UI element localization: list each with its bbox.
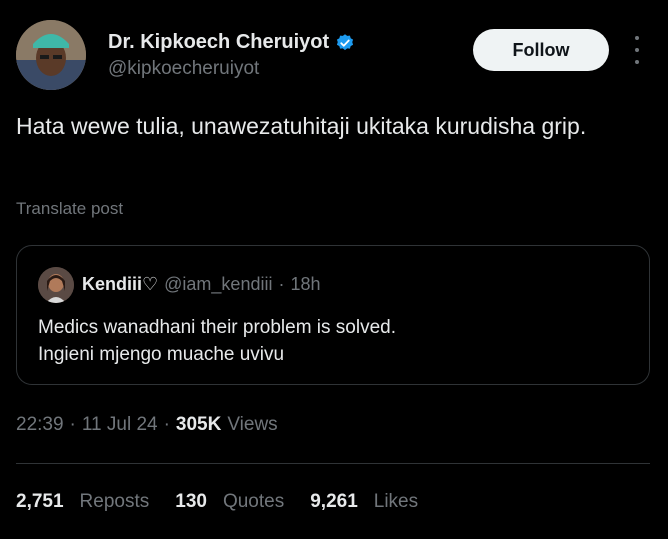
quote-timestamp[interactable]: 18h [290, 274, 320, 295]
follow-button[interactable]: Follow [473, 29, 609, 71]
author-name[interactable]: Dr. Kipkoech Cheruiyot [108, 31, 355, 54]
more-dot [635, 36, 639, 40]
meta-separator: · [69, 414, 76, 435]
post-text: Hata wewe tulia, unawezatuhitaji ukitaka… [16, 113, 587, 139]
quotes-count: 130 [175, 491, 207, 512]
quotes-stat[interactable]: 130 Quotes [175, 491, 284, 513]
quote-author-handle[interactable]: @iam_kendiii [164, 274, 272, 295]
likes-count: 9,261 [310, 491, 358, 512]
quote-text-line: Medics wanadhani their problem is solved… [38, 317, 397, 338]
likes-label: Likes [373, 491, 419, 512]
likes-stat[interactable]: 9,261 Likes [310, 491, 418, 513]
divider [16, 463, 650, 464]
translate-post-link[interactable]: Translate post [16, 199, 123, 219]
quote-text: Medics wanadhani their problem is solved… [38, 314, 396, 368]
quote-text-line: Ingieni mjengo muache uvivu [38, 344, 285, 365]
post-time[interactable]: 22:39 [16, 414, 64, 436]
reposts-stat[interactable]: 2,751 Reposts [16, 491, 149, 513]
quote-author-avatar [38, 267, 74, 303]
verified-badge-icon [335, 33, 355, 53]
more-options-icon[interactable] [627, 36, 647, 64]
views-count: 305K [175, 414, 222, 435]
views-label: Views [227, 414, 278, 435]
author-name-text[interactable]: Dr. Kipkoech Cheruiyot [108, 31, 329, 54]
reposts-label: Reposts [79, 491, 150, 512]
quote-author-name[interactable]: Kendiii♡ [82, 274, 158, 295]
quote-separator: · [278, 274, 285, 294]
reposts-count: 2,751 [16, 491, 64, 512]
post-date[interactable]: 11 Jul 24 [82, 414, 158, 436]
meta-separator: · [163, 414, 170, 435]
author-handle[interactable]: @kipkoecheruiyot [108, 58, 259, 80]
quote-header: Kendiii♡ @iam_kendiii · 18h [82, 274, 321, 295]
more-dot [635, 48, 639, 52]
author-avatar[interactable] [16, 20, 86, 90]
more-dot [635, 60, 639, 64]
engagement-stats: 2,751 Reposts 130 Quotes 9,261 Likes [16, 491, 418, 513]
post-meta: 22:39 · 11 Jul 24 · 305K Views [16, 414, 278, 436]
quotes-label: Quotes [222, 491, 285, 512]
